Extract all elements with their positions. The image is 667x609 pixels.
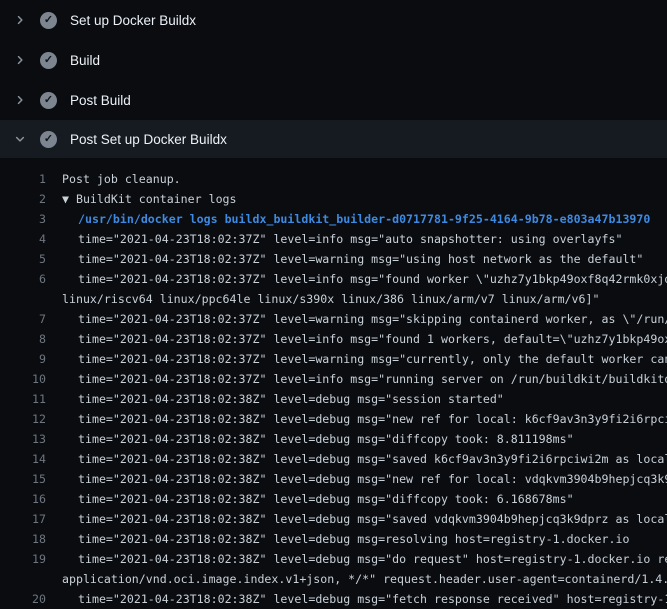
log-text: Post job cleanup. [46,169,181,189]
step-row-2[interactable]: ✓ Post Build [0,80,667,120]
line-number[interactable]: 5 [0,249,46,269]
log-line: 15time="2021-04-23T18:02:38Z" level=debu… [0,469,667,489]
line-number[interactable]: 2 [0,189,46,209]
line-number[interactable]: 8 [0,329,46,349]
log-line: 19time="2021-04-23T18:02:38Z" level=debu… [0,549,667,569]
step-label: Set up Docker Buildx [70,13,196,28]
log-command-text: /usr/bin/docker logs buildx_buildkit_bui… [46,209,650,229]
log-text: time="2021-04-23T18:02:38Z" level=debug … [46,549,667,569]
step-row-0[interactable]: ✓ Set up Docker Buildx [0,0,667,40]
chevron-right-icon[interactable] [12,92,28,108]
line-number[interactable]: 15 [0,469,46,489]
line-number[interactable]: 12 [0,409,46,429]
log-line: 11time="2021-04-23T18:02:38Z" level=debu… [0,389,667,409]
step-label: Build [70,53,100,68]
check-circle-icon: ✓ [40,12,57,29]
chevron-right-icon[interactable] [12,12,28,28]
step-list: ✓ Set up Docker Buildx ✓ Build ✓ Post Build ✓ P… [0,0,667,158]
chevron-right-icon[interactable] [12,52,28,68]
log-text: time="2021-04-23T18:02:38Z" level=debug … [46,489,574,509]
check-circle-icon: ✓ [40,131,57,148]
line-number[interactable]: 1 [0,169,46,189]
step-row-1[interactable]: ✓ Build [0,40,667,80]
log-line: 7time="2021-04-23T18:02:37Z" level=warni… [0,309,667,329]
log-line: 8time="2021-04-23T18:02:37Z" level=info … [0,329,667,349]
log-line-wrap: linux/riscv64 linux/ppc64le linux/s390x … [0,289,667,309]
log-text: time="2021-04-23T18:02:37Z" level=info m… [46,229,622,249]
line-number[interactable]: 7 [0,309,46,329]
log-text: time="2021-04-23T18:02:37Z" level=info m… [46,269,667,289]
log-line: 17time="2021-04-23T18:02:38Z" level=debu… [0,509,667,529]
log-text: linux/riscv64 linux/ppc64le linux/s390x … [46,289,599,309]
group-collapse-triangle-icon[interactable]: ▼ [62,192,69,206]
line-number[interactable]: 14 [0,449,46,469]
line-number[interactable]: 17 [0,509,46,529]
log-text: time="2021-04-23T18:02:38Z" level=debug … [46,389,504,409]
log-line: 16time="2021-04-23T18:02:38Z" level=debu… [0,489,667,509]
log-line: 1Post job cleanup. [0,169,667,189]
log-line: 10time="2021-04-23T18:02:37Z" level=info… [0,369,667,389]
chevron-down-icon[interactable] [12,131,28,147]
log-text: time="2021-04-23T18:02:38Z" level=debug … [46,449,667,469]
log-text: time="2021-04-23T18:02:38Z" level=debug … [46,529,629,549]
log-text: time="2021-04-23T18:02:37Z" level=info m… [46,329,667,349]
log-text: time="2021-04-23T18:02:38Z" level=debug … [46,429,574,449]
log-line: 4time="2021-04-23T18:02:37Z" level=info … [0,229,667,249]
log-viewer: 1Post job cleanup.2▼ BuildKit container … [0,158,667,609]
log-text: time="2021-04-23T18:02:38Z" level=debug … [46,469,667,489]
line-number[interactable]: 9 [0,349,46,369]
step-label: Post Set up Docker Buildx [70,132,227,147]
log-text: time="2021-04-23T18:02:37Z" level=warnin… [46,309,667,329]
line-number[interactable]: 4 [0,229,46,249]
log-line: 13time="2021-04-23T18:02:38Z" level=debu… [0,429,667,449]
log-text: time="2021-04-23T18:02:37Z" level=info m… [46,369,667,389]
line-number[interactable]: 11 [0,389,46,409]
check-circle-icon: ✓ [40,52,57,69]
log-text: time="2021-04-23T18:02:37Z" level=warnin… [46,249,643,269]
line-number[interactable]: 3 [0,209,46,229]
log-text: time="2021-04-23T18:02:37Z" level=warnin… [46,349,667,369]
check-circle-icon: ✓ [40,92,57,109]
line-number[interactable]: 20 [0,589,46,609]
log-line: 20time="2021-04-23T18:02:38Z" level=debu… [0,589,667,609]
log-line: 18time="2021-04-23T18:02:38Z" level=debu… [0,529,667,549]
line-number[interactable]: 18 [0,529,46,549]
step-row-3[interactable]: ✓ Post Set up Docker Buildx [0,120,667,158]
log-line: 5time="2021-04-23T18:02:37Z" level=warni… [0,249,667,269]
line-number[interactable]: 13 [0,429,46,449]
log-line-wrap: application/vnd.oci.image.index.v1+json,… [0,569,667,589]
log-line: 2▼ BuildKit container logs [0,189,667,209]
log-group-text: ▼ BuildKit container logs [46,189,237,209]
line-number[interactable]: 19 [0,549,46,569]
log-line: 14time="2021-04-23T18:02:38Z" level=debu… [0,449,667,469]
log-text: time="2021-04-23T18:02:38Z" level=debug … [46,409,667,429]
line-number [0,289,46,309]
log-line: 6time="2021-04-23T18:02:37Z" level=info … [0,269,667,289]
line-number[interactable]: 16 [0,489,46,509]
log-text: time="2021-04-23T18:02:38Z" level=debug … [46,509,667,529]
line-number[interactable]: 6 [0,269,46,289]
group-title: BuildKit container logs [76,192,237,206]
step-label: Post Build [70,93,131,108]
line-number [0,569,46,589]
log-text: application/vnd.oci.image.index.v1+json,… [46,569,667,589]
log-line: 3/usr/bin/docker logs buildx_buildkit_bu… [0,209,667,229]
log-line: 12time="2021-04-23T18:02:38Z" level=debu… [0,409,667,429]
line-number[interactable]: 10 [0,369,46,389]
log-text: time="2021-04-23T18:02:38Z" level=debug … [46,589,667,609]
log-line: 9time="2021-04-23T18:02:37Z" level=warni… [0,349,667,369]
